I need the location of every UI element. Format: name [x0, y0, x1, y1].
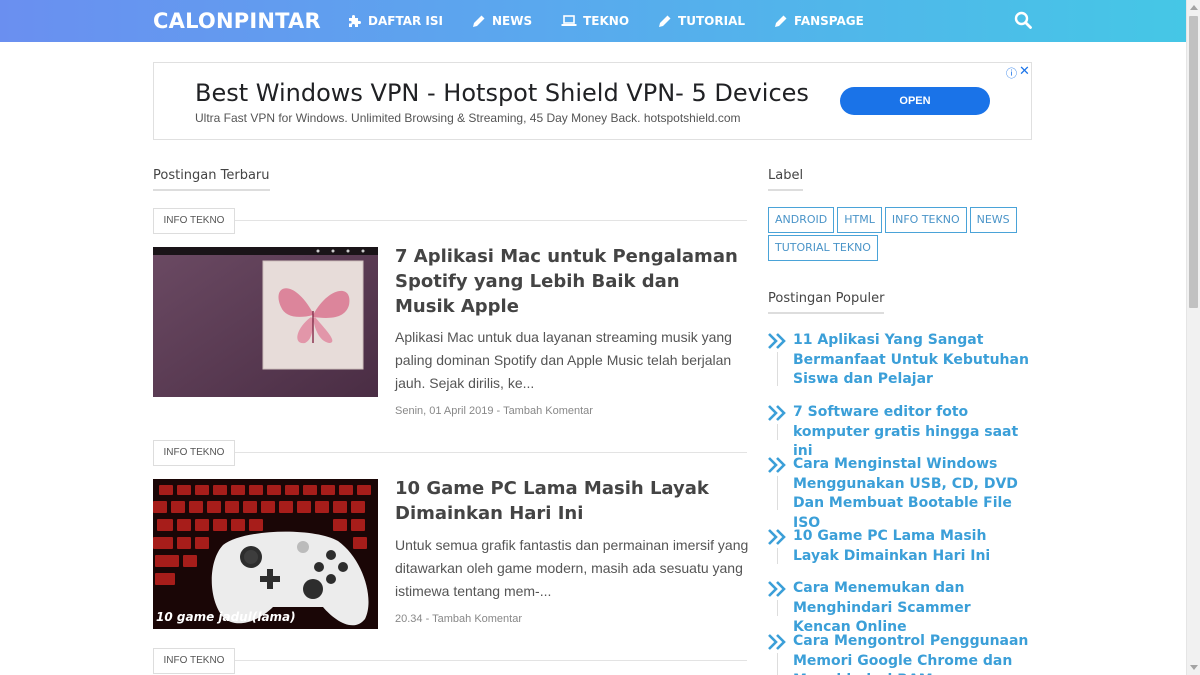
thumbnail-caption: 10 game jadul(lama) — [156, 610, 296, 624]
label-tutorial-tekno[interactable]: TUTORIAL TEKNO — [768, 235, 878, 261]
site-logo[interactable]: CALONPINTAR — [153, 9, 321, 33]
puzzle-icon — [349, 14, 361, 27]
post-excerpt: Aplikasi Mac untuk dua layanan streaming… — [395, 329, 732, 391]
game-controller-image — [153, 479, 378, 629]
divider — [235, 452, 747, 453]
divider — [777, 424, 778, 440]
post-tag[interactable]: INFO TEKNO — [153, 208, 235, 234]
post-title[interactable]: 10 Game PC Lama Masih Layak Dimainkan Ha… — [395, 476, 745, 526]
popular-post-link[interactable]: 7 Software editor foto komputer gratis h… — [793, 403, 1033, 462]
page-scrollbar[interactable] — [1186, 0, 1200, 675]
divider — [777, 600, 778, 616]
nav-news[interactable]: NEWS — [472, 14, 532, 28]
post-meta: 20.34 - Tambah Komentar — [395, 613, 522, 625]
post-tag[interactable]: INFO TEKNO — [153, 440, 235, 466]
double-chevron-right-icon — [768, 529, 786, 545]
nav-tutorial[interactable]: TUTORIAL — [658, 14, 745, 28]
labels-widget: ANDROID HTML INFO TEKNO NEWS TUTORIAL TEKNO — [768, 207, 1038, 263]
post-thumbnail[interactable]: 10 game jadul(lama) — [153, 479, 378, 629]
popular-post-link[interactable]: Cara Menemukan dan Menghindari Scammer K… — [793, 579, 1033, 638]
scroll-thumb[interactable] — [1189, 16, 1198, 308]
ad-banner[interactable]: Best Windows VPN - Hotspot Shield VPN- 5… — [153, 62, 1032, 140]
nav-fanspage[interactable]: FANSPAGE — [774, 14, 864, 28]
scroll-up-arrow-icon[interactable] — [1190, 5, 1198, 10]
double-chevron-right-icon — [768, 333, 786, 349]
top-navigation-bar: CALONPINTAR DAFTAR ISI NEWS TEKNO TUTORI… — [0, 0, 1186, 42]
divider — [235, 220, 747, 221]
post-thumbnail[interactable] — [153, 247, 378, 397]
post-tag-row: INFO TEKNO — [153, 208, 747, 234]
nav-tekno[interactable]: TEKNO — [561, 14, 629, 28]
pencil-icon — [775, 15, 787, 27]
butterfly-art-image — [153, 247, 378, 397]
nav-label: DAFTAR ISI — [368, 14, 443, 28]
post-meta: Senin, 01 April 2019 - Tambah Komentar — [395, 405, 593, 417]
scroll-down-arrow-icon[interactable] — [1190, 665, 1198, 670]
label-news[interactable]: NEWS — [969, 207, 1017, 233]
nav-label: TEKNO — [583, 14, 630, 28]
post-excerpt: Untuk semua grafik fantastis dan permain… — [395, 537, 749, 599]
main-nav: DAFTAR ISI NEWS TEKNO TUTORIAL FANSPAGE — [347, 0, 893, 42]
double-chevron-right-icon — [768, 634, 786, 650]
popular-posts-heading: Postingan Populer — [768, 291, 885, 314]
laptop-icon — [561, 15, 577, 26]
search-icon[interactable] — [1014, 11, 1032, 29]
double-chevron-right-icon — [768, 405, 786, 421]
post-tag-row: INFO TEKNO — [153, 648, 747, 674]
divider — [777, 476, 778, 510]
latest-posts-heading: Postingan Terbaru — [153, 168, 270, 191]
post-tag[interactable]: INFO TEKNO — [153, 648, 235, 674]
popular-post-link[interactable]: Cara Mengontrol Penggunaan Memori Google… — [793, 632, 1033, 675]
popular-post-link[interactable]: 10 Game PC Lama Masih Layak Dimainkan Ha… — [793, 527, 1033, 566]
post-comments-link[interactable]: Tambah Komentar — [503, 405, 593, 417]
popular-post-link[interactable]: Cara Menginstal Windows Menggunakan USB,… — [793, 455, 1033, 533]
nav-daftar-isi[interactable]: DAFTAR ISI — [347, 14, 443, 28]
nav-label: NEWS — [491, 14, 533, 28]
label-android[interactable]: ANDROID — [768, 207, 835, 233]
divider — [777, 653, 778, 675]
post-title[interactable]: 7 Aplikasi Mac untuk Pengalaman Spotify … — [395, 244, 745, 319]
label-html[interactable]: HTML — [837, 207, 882, 233]
popular-post-link[interactable]: 11 Aplikasi Yang Sangat Bermanfaat Untuk… — [793, 331, 1033, 390]
double-chevron-right-icon — [768, 581, 786, 597]
post-date: Senin, 01 April 2019 — [395, 405, 494, 417]
labels-heading: Label — [768, 168, 804, 191]
ad-close-icon[interactable]: ✕ — [1019, 63, 1030, 79]
post-date: 20.34 — [395, 613, 423, 625]
nav-label: TUTORIAL — [678, 14, 746, 28]
post-tag-row: INFO TEKNO — [153, 440, 747, 466]
ad-open-button[interactable]: OPEN — [840, 87, 990, 115]
post-comments-link[interactable]: Tambah Komentar — [432, 613, 522, 625]
divider — [235, 660, 747, 661]
nav-label: FANSPAGE — [794, 14, 864, 28]
ad-info-icon[interactable]: ⓘ — [1006, 65, 1017, 81]
pencil-icon — [659, 15, 671, 27]
label-info-tekno[interactable]: INFO TEKNO — [884, 207, 967, 233]
ad-description: Ultra Fast VPN for Windows. Unlimited Br… — [195, 111, 741, 125]
ad-title[interactable]: Best Windows VPN - Hotspot Shield VPN- 5… — [195, 79, 809, 107]
pencil-icon — [472, 15, 485, 27]
double-chevron-right-icon — [768, 457, 786, 473]
divider — [777, 548, 778, 564]
divider — [777, 352, 778, 386]
